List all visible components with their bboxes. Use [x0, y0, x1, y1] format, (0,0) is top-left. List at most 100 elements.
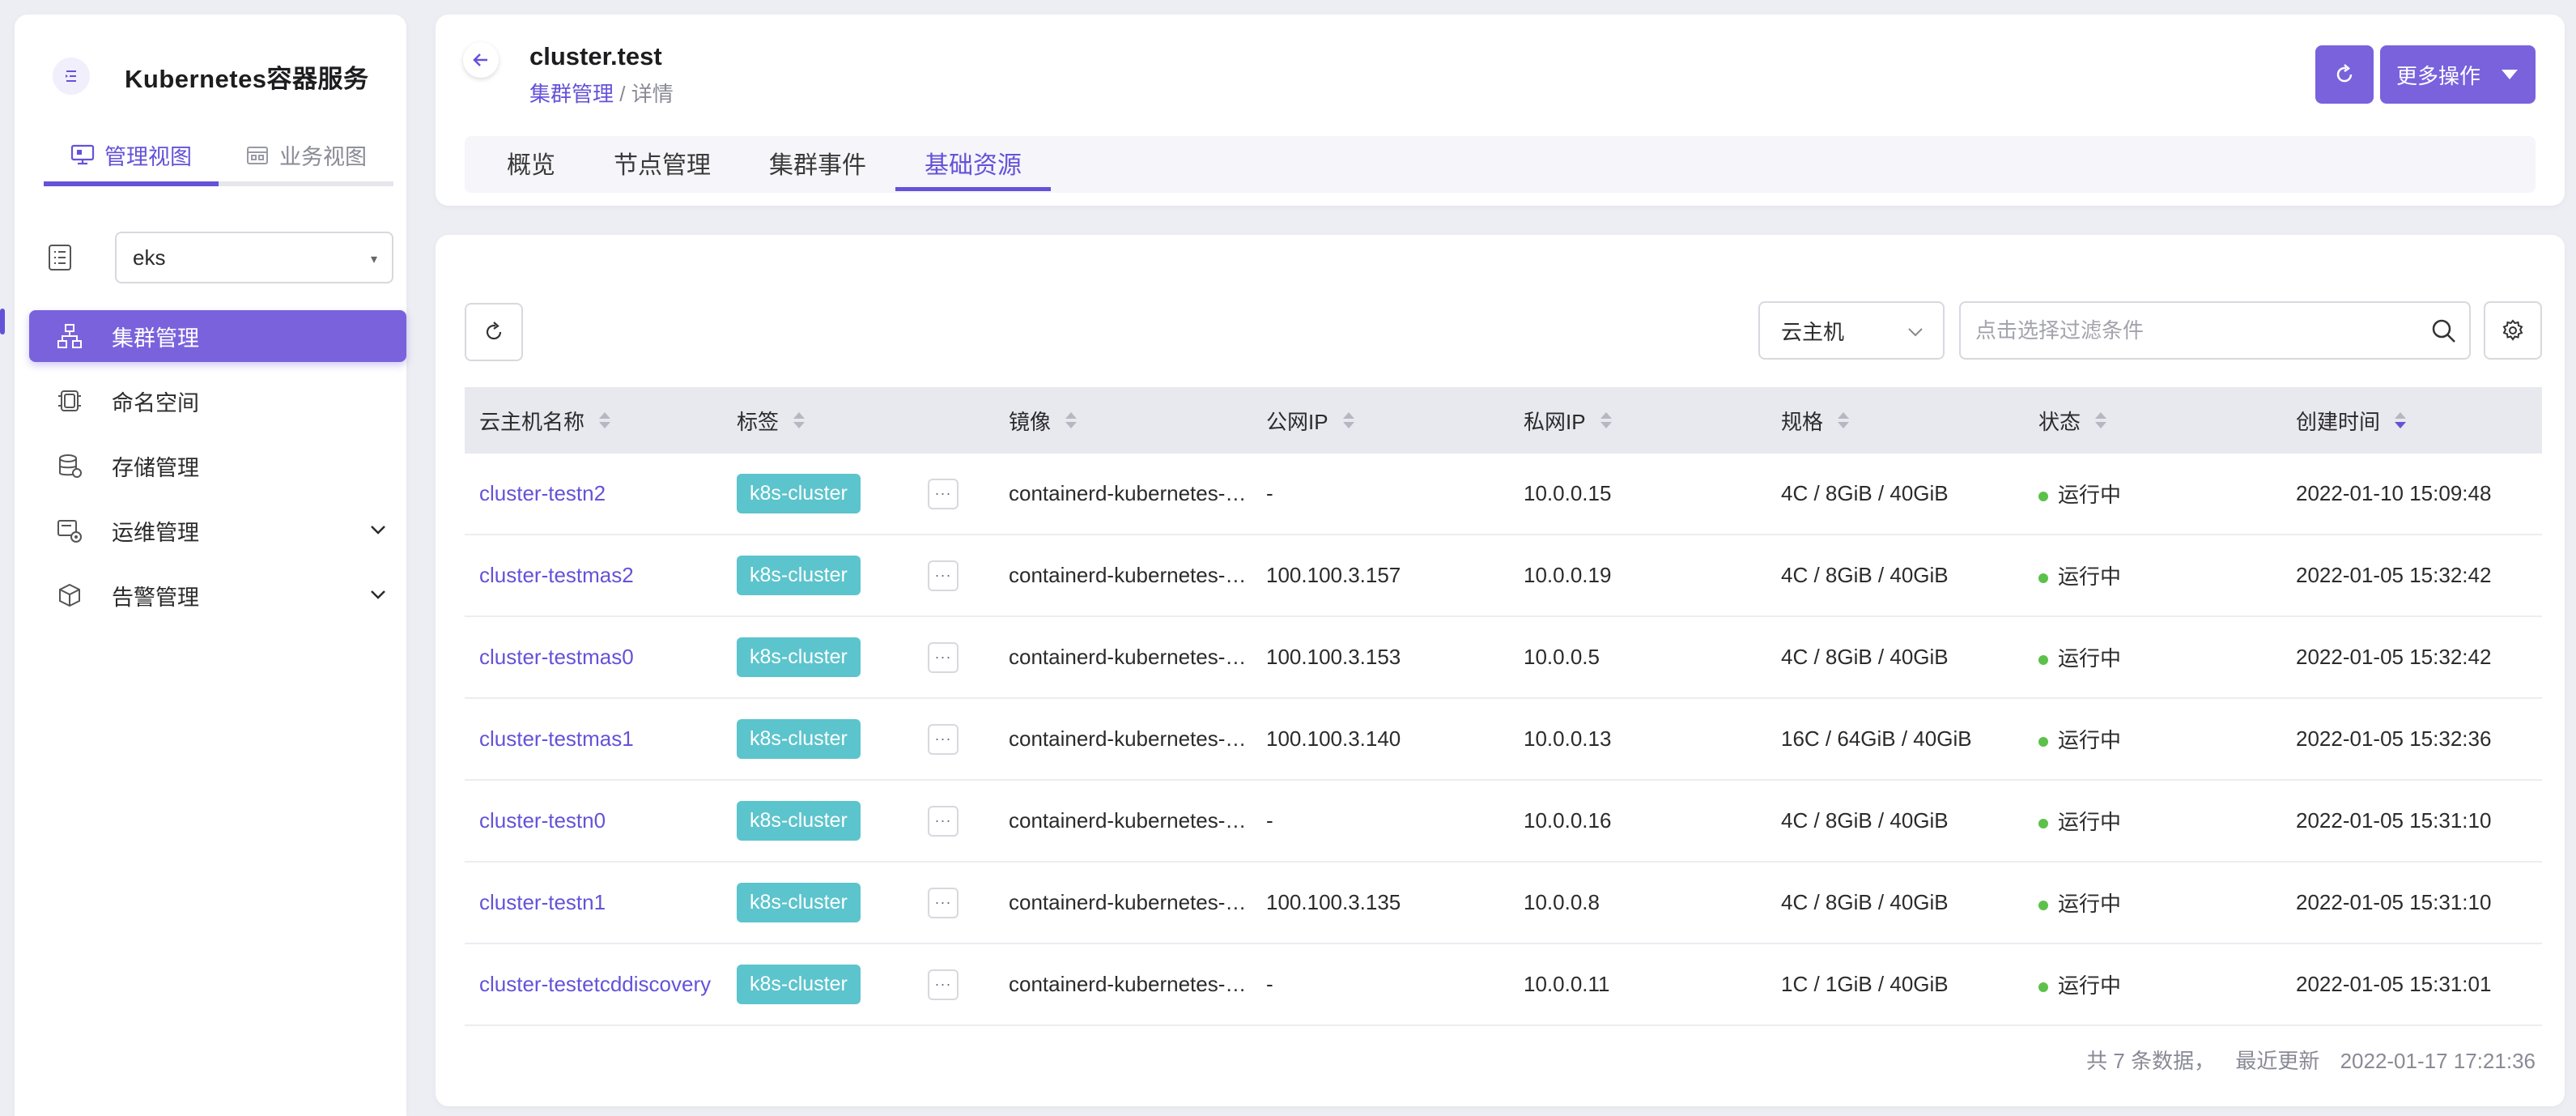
tab-base-resources[interactable]: 基础资源: [895, 136, 1051, 191]
spec-cell: 16C / 64GiB / 40GiB: [1781, 726, 1972, 751]
column-header[interactable]: 私网IP: [1509, 406, 1766, 436]
sidebar: Kubernetes容器服务 管理视图 业务视图 eks ▾ 集群管理 命名空间…: [15, 15, 406, 1116]
vm-name-link[interactable]: cluster-testmas2: [465, 563, 722, 588]
column-header[interactable]: 规格: [1766, 406, 2024, 436]
sidebar-item-storage[interactable]: 存储管理: [29, 440, 406, 492]
last-updated-label: 最近更新: [2235, 1049, 2320, 1073]
tab-node-management[interactable]: 节点管理: [584, 136, 740, 190]
column-header[interactable]: 状态: [2024, 406, 2281, 436]
image-cell: containerd-kubernetes-1.20: [1009, 808, 1252, 833]
filter-input[interactable]: [1959, 301, 2471, 360]
status-cell: 运行中: [2024, 806, 2281, 836]
vm-name-link[interactable]: cluster-testn1: [465, 890, 722, 915]
column-header[interactable]: 标签: [722, 406, 913, 436]
created-time-cell: 2022-01-05 15:32:42: [2296, 645, 2492, 669]
more-tags-button[interactable]: ···: [928, 641, 959, 673]
private-ip-cell: 10.0.0.13: [1524, 726, 1612, 751]
status-running-icon: [2038, 901, 2048, 911]
more-tags-button[interactable]: ···: [928, 887, 959, 918]
tag-badge: k8s-cluster: [737, 965, 861, 1004]
breadcrumb-separator: /: [614, 82, 631, 106]
private-ip-cell: 10.0.0.19: [1524, 563, 1612, 587]
public-ip-cell: 100.100.3.135: [1266, 890, 1401, 914]
last-updated-time: 2022-01-17 17:21:36: [2340, 1049, 2536, 1073]
private-ip-cell: 10.0.0.5: [1524, 645, 1600, 669]
status-running-icon: [2038, 573, 2048, 584]
more-tags-button[interactable]: ···: [928, 478, 959, 509]
private-ip-cell: 10.0.0.15: [1524, 481, 1612, 505]
column-header[interactable]: 云主机名称: [465, 406, 722, 436]
more-tags-button[interactable]: ···: [928, 805, 959, 837]
created-time-cell: 2022-01-05 15:31:10: [2296, 808, 2492, 833]
tab-business-view[interactable]: 业务视图: [219, 128, 393, 181]
cluster-select[interactable]: eks ▾: [115, 232, 393, 283]
tab-management-view[interactable]: 管理视图: [44, 128, 219, 186]
table-row: cluster-testetcddiscovery k8s-cluster ··…: [465, 944, 2542, 1026]
spec-cell: 4C / 8GiB / 40GiB: [1781, 563, 1949, 587]
table-row: cluster-testmas2 k8s-cluster ··· contain…: [465, 535, 2542, 617]
created-time-cell: 2022-01-05 15:32:36: [2296, 726, 2492, 751]
public-ip-cell: -: [1266, 972, 1273, 996]
sort-icon: [1838, 412, 1850, 428]
image-cell: containerd-kubernetes-1.20: [1009, 645, 1252, 669]
status-cell: 运行中: [2024, 479, 2281, 509]
more-tags-button[interactable]: ···: [928, 723, 959, 755]
public-ip-cell: -: [1266, 808, 1273, 833]
more-tags-button[interactable]: ···: [928, 560, 959, 591]
column-header[interactable]: 镜像: [994, 406, 1252, 436]
tab-management-view-label: 管理视图: [104, 144, 192, 169]
back-button[interactable]: [463, 42, 499, 78]
table-row: cluster-testn2 k8s-cluster ··· container…: [465, 454, 2542, 535]
table-settings-button[interactable]: [2484, 301, 2542, 360]
vm-name-link[interactable]: cluster-testmas1: [465, 726, 722, 752]
refresh-button[interactable]: [2315, 45, 2374, 104]
status-cell: 运行中: [2024, 560, 2281, 590]
tag-badge: k8s-cluster: [737, 637, 861, 677]
tab-overview[interactable]: 概览: [478, 136, 584, 190]
chevron-down-icon: [1908, 328, 1923, 337]
created-time-cell: 2022-01-05 15:31:01: [2296, 972, 2492, 996]
status-running-icon: [2038, 655, 2048, 666]
vm-name-link[interactable]: cluster-testmas0: [465, 645, 722, 670]
active-nav-indicator: [0, 309, 5, 334]
more-actions-button[interactable]: 更多操作: [2380, 45, 2536, 104]
breadcrumb-link[interactable]: 集群管理: [529, 82, 614, 106]
chevron-down-icon: ▾: [370, 253, 377, 266]
status-cell: 运行中: [2024, 888, 2281, 918]
search-icon[interactable]: [2430, 317, 2458, 345]
public-ip-cell: -: [1266, 481, 1273, 505]
sidebar-item-label: 命名空间: [112, 390, 199, 415]
table-row: cluster-testmas1 k8s-cluster ··· contain…: [465, 699, 2542, 781]
chevron-down-icon: [371, 526, 385, 535]
sidebar-item-label: 告警管理: [112, 585, 199, 610]
more-tags-button[interactable]: ···: [928, 969, 959, 1000]
sort-icon: [1600, 412, 1612, 428]
list-icon: [44, 241, 76, 274]
sidebar-item-cluster-management[interactable]: 集群管理: [29, 310, 406, 362]
spec-cell: 4C / 8GiB / 40GiB: [1781, 890, 1949, 914]
brand: Kubernetes容器服务: [37, 40, 369, 112]
sidebar-item-namespace[interactable]: 命名空间: [29, 375, 406, 427]
vm-name-link[interactable]: cluster-testn2: [465, 481, 722, 506]
cluster-icon: [55, 322, 84, 351]
more-actions-label: 更多操作: [2396, 63, 2481, 88]
created-time-cell: 2022-01-05 15:31:10: [2296, 890, 2492, 914]
resources-panel: 云主机 云主机名称 标签 镜像 公网IP 私网IP 规格 状态 创建时间: [436, 235, 2565, 1106]
image-cell: containerd-kubernetes-1.20: [1009, 972, 1252, 996]
sidebar-item-alarm[interactable]: 告警管理: [29, 569, 406, 621]
sidebar-item-ops[interactable]: 运维管理: [29, 505, 406, 556]
vm-name-link[interactable]: cluster-testetcddiscovery: [465, 972, 722, 997]
spec-cell: 4C / 8GiB / 40GiB: [1781, 808, 1949, 833]
table-refresh-button[interactable]: [465, 303, 523, 361]
column-header[interactable]: 公网IP: [1252, 406, 1509, 436]
cluster-select-value: eks: [133, 245, 166, 270]
column-header[interactable]: 创建时间: [2281, 406, 2542, 436]
tab-cluster-events[interactable]: 集群事件: [740, 136, 895, 190]
breadcrumb: 集群管理 / 详情: [529, 78, 674, 108]
created-time-cell: 2022-01-05 15:32:42: [2296, 563, 2492, 587]
resource-type-select[interactable]: 云主机: [1758, 301, 1945, 360]
menu-toggle-button[interactable]: [37, 42, 105, 110]
sort-icon: [1342, 412, 1354, 428]
vm-name-link[interactable]: cluster-testn0: [465, 808, 722, 833]
private-ip-cell: 10.0.0.11: [1524, 972, 1610, 996]
